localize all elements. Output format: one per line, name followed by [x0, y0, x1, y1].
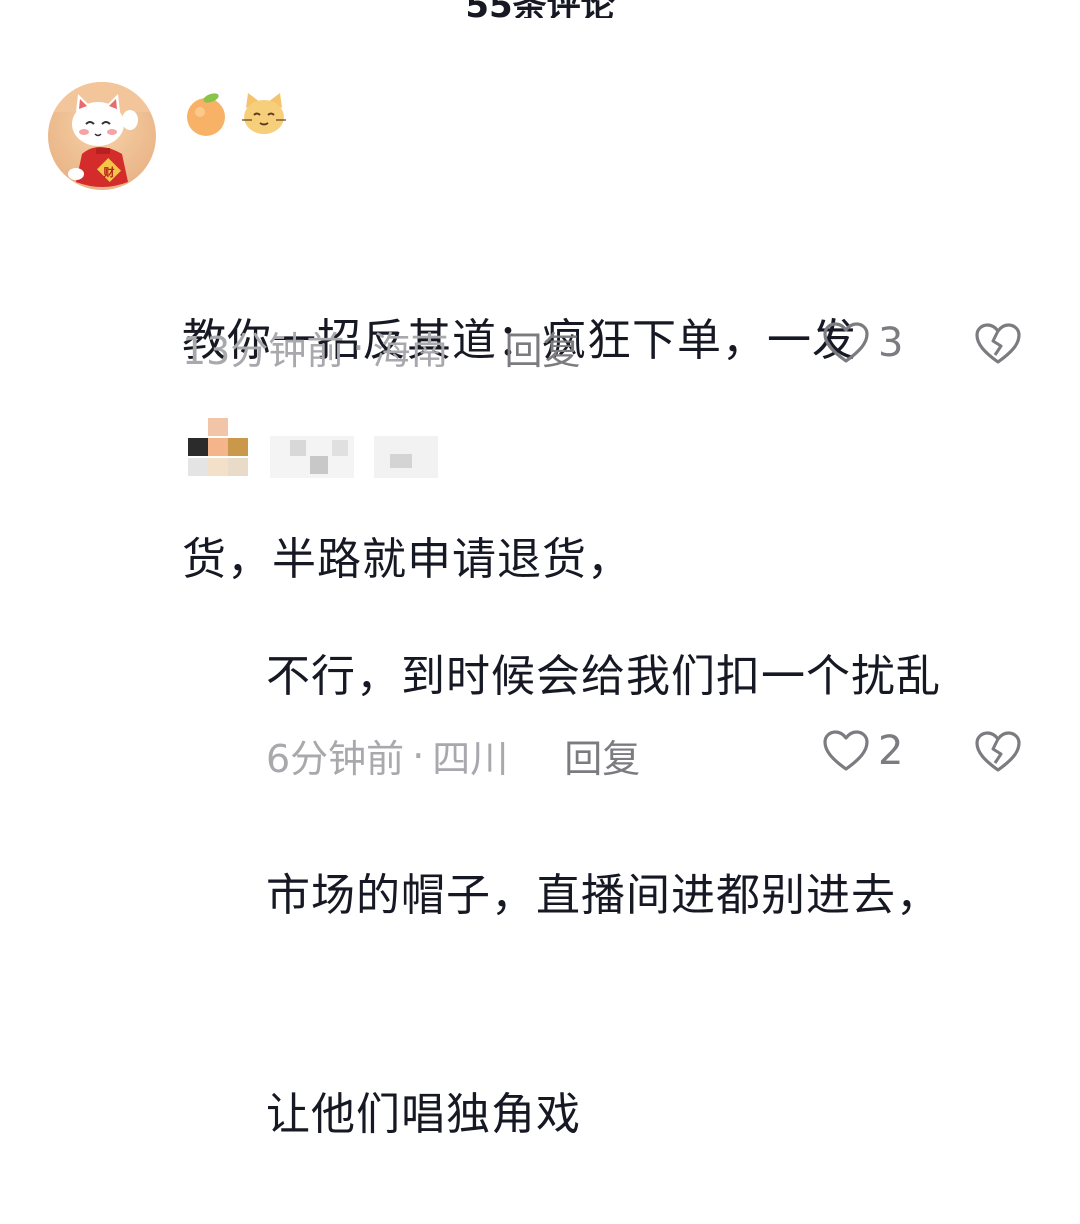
avatar[interactable] [188, 418, 250, 478]
broken-heart-icon [975, 731, 1021, 772]
comment-location: 海南 [372, 329, 449, 373]
nickname[interactable] [270, 436, 438, 478]
reply-button[interactable]: 回复 [504, 320, 580, 375]
broken-heart-icon [975, 323, 1021, 364]
like-button[interactable]: 3 [822, 320, 903, 366]
like-button[interactable]: 2 [822, 728, 903, 774]
dislike-button[interactable] [974, 322, 1022, 370]
dislike-button[interactable] [974, 730, 1022, 778]
comment-meta: 6分钟前 · 四川 回复 [266, 728, 640, 783]
comment-text-line: 不行，到时候会给我们扣一个扰乱 [266, 651, 941, 702]
meta-separator: · [412, 733, 425, 778]
cat-face-icon [240, 90, 288, 138]
comment-location: 四川 [432, 737, 509, 781]
avatar[interactable]: 财 [48, 82, 156, 190]
heart-outline-icon [823, 322, 869, 363]
avatar-badge-text: 财 [103, 165, 115, 179]
nickname[interactable] [182, 90, 288, 138]
lucky-cat-avatar-icon: 财 [48, 82, 156, 190]
tangerine-icon [182, 90, 230, 138]
comment-text: 不行，到时候会给我们扣一个扰乱 市场的帽子，直播间进都别进去， 让他们唱独角戏 [266, 494, 941, 1224]
reply-button[interactable]: 回复 [564, 728, 640, 783]
comment-text-line: 市场的帽子，直播间进都别进去， [266, 870, 941, 921]
pixelated-avatar-icon [188, 418, 248, 476]
heart-outline-icon [823, 730, 869, 771]
comment-time: 6分钟前 [266, 737, 405, 781]
comment-time: 13分钟前 [182, 329, 345, 373]
like-count: 3 [878, 320, 904, 366]
meta-separator: · [352, 325, 365, 370]
comment-text-line: 让他们唱独角戏 [266, 1089, 581, 1140]
comment-meta: 13分钟前 · 海南 回复 [182, 320, 580, 375]
pixelated-nickname-icon [270, 436, 438, 478]
like-count: 2 [878, 728, 904, 774]
comment-count-title: 55条评论 [0, 0, 1080, 18]
